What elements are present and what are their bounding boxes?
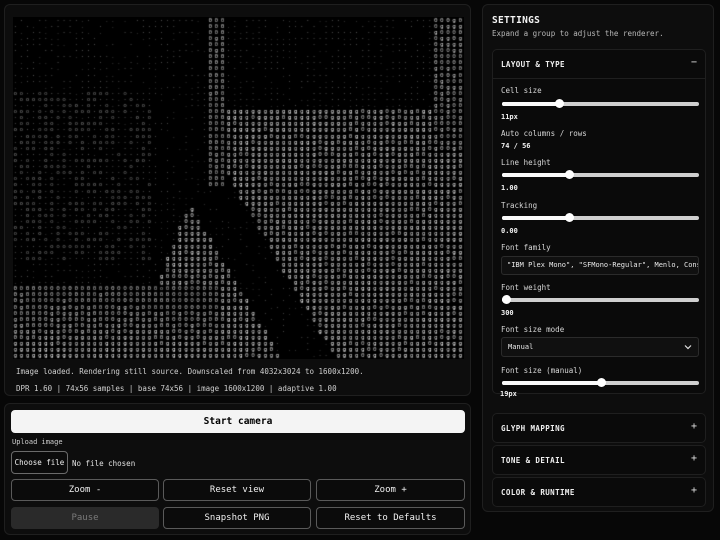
expand-icon[interactable]: + (691, 422, 697, 432)
snapshot-png-button[interactable]: Snapshot PNG (163, 507, 311, 529)
glyph-mapping-group-header[interactable]: GLYPH MAPPING + (493, 414, 705, 442)
tone-detail-group-header[interactable]: TONE & DETAIL + (493, 446, 705, 474)
tracking-value: 0.00 (501, 227, 518, 235)
font-weight-slider[interactable] (501, 295, 699, 304)
chevron-down-icon (684, 345, 692, 350)
slider-fill (502, 381, 601, 385)
zoom-in-button[interactable]: Zoom + (316, 479, 465, 501)
font-family-label: Font family (501, 243, 551, 252)
expand-icon[interactable]: + (691, 486, 697, 496)
font-size-manual-label: Font size (manual) (501, 366, 583, 375)
file-status-text: No file chosen (72, 459, 136, 468)
line-height-slider[interactable] (502, 170, 699, 179)
font-size-manual-value: 19px (500, 390, 517, 398)
slider-fill (502, 216, 569, 220)
auto-columns-rows-label: Auto columns / rows (501, 129, 587, 138)
color-runtime-group-header[interactable]: COLOR & RUNTIME + (493, 478, 705, 506)
reset-view-button[interactable]: Reset view (163, 479, 311, 501)
layout-type-group: LAYOUT & TYPE − Cell size 11px Auto colu… (492, 49, 706, 394)
font-size-mode-value: Manual (508, 343, 534, 351)
render-metrics-text: DPR 1.60 | 74x56 samples | base 74x56 | … (16, 384, 337, 393)
pause-button[interactable]: Pause (11, 507, 159, 529)
settings-title: SETTINGS (492, 15, 541, 26)
auto-columns-rows-value: 74 / 56 (501, 142, 531, 150)
layout-type-group-header[interactable]: LAYOUT & TYPE − (493, 50, 705, 78)
choose-file-button[interactable]: Choose file (11, 451, 68, 474)
tone-detail-group-title: TONE & DETAIL (501, 455, 565, 465)
tracking-slider[interactable] (502, 213, 699, 222)
collapse-icon[interactable]: − (691, 58, 697, 68)
slider-fill (502, 102, 560, 106)
expand-icon[interactable]: + (691, 454, 697, 464)
font-size-manual-slider[interactable] (502, 378, 699, 387)
cell-size-slider[interactable] (502, 99, 699, 108)
upload-image-label: Upload image (12, 438, 63, 446)
zoom-out-button[interactable]: Zoom - (11, 479, 159, 501)
render-status-text: Image loaded. Rendering still source. Do… (16, 367, 364, 376)
start-camera-button[interactable]: Start camera (11, 410, 465, 433)
reset-defaults-button[interactable]: Reset to Defaults (316, 507, 465, 529)
ascii-render-canvas[interactable] (13, 17, 464, 359)
slider-thumb[interactable] (501, 295, 511, 304)
slider-thumb[interactable] (564, 170, 574, 179)
tracking-label: Tracking (501, 201, 538, 210)
settings-panel: SETTINGS Expand a group to adjust the re… (482, 4, 714, 512)
font-size-mode-label: Font size mode (501, 325, 565, 334)
line-height-label: Line height (501, 158, 551, 167)
line-height-value: 1.00 (501, 184, 518, 192)
slider-fill (502, 173, 569, 177)
font-size-mode-select[interactable]: Manual (501, 337, 699, 357)
font-weight-value: 300 (501, 309, 514, 317)
color-runtime-group-title: COLOR & RUNTIME (501, 487, 575, 497)
slider-thumb[interactable] (555, 99, 565, 108)
cell-size-value: 11px (501, 113, 518, 121)
font-family-input[interactable]: "IBM Plex Mono", "SFMono-Regular", Menlo… (501, 256, 699, 275)
slider-thumb[interactable] (596, 378, 606, 387)
cell-size-label: Cell size (501, 86, 542, 95)
tone-detail-group: TONE & DETAIL + (492, 445, 706, 475)
layout-type-group-title: LAYOUT & TYPE (501, 59, 565, 69)
render-stage-panel: Image loaded. Rendering still source. Do… (4, 4, 471, 396)
color-runtime-group: COLOR & RUNTIME + (492, 477, 706, 507)
layout-type-group-body: Cell size 11px Auto columns / rows 74 / … (493, 78, 705, 393)
settings-subtitle: Expand a group to adjust the renderer. (492, 29, 664, 38)
font-weight-label: Font weight (501, 283, 551, 292)
glyph-mapping-group-title: GLYPH MAPPING (501, 423, 565, 433)
controls-panel: Start camera Upload image Choose file No… (4, 403, 471, 535)
slider-thumb[interactable] (564, 213, 574, 222)
glyph-mapping-group: GLYPH MAPPING + (492, 413, 706, 443)
